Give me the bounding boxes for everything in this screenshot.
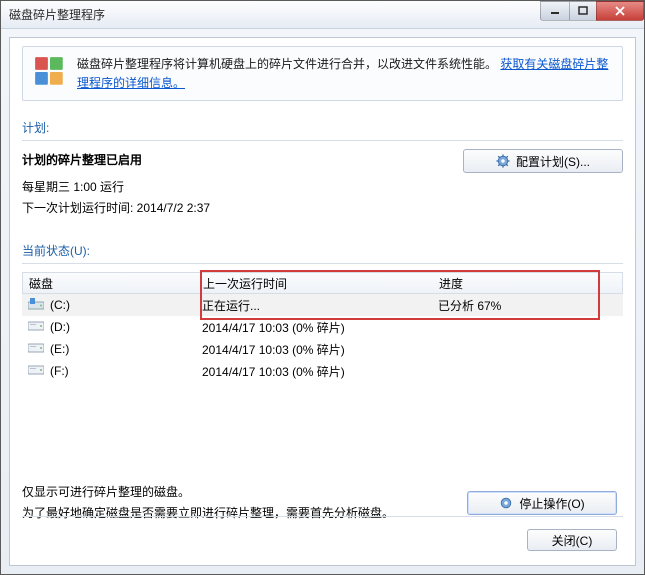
drive-label: (D:) [50, 320, 70, 334]
schedule-info: 计划的碎片整理已启用 每星期三 1:00 运行 下一次计划运行时间: 2014/… [22, 149, 463, 220]
schedule-line-1: 每星期三 1:00 运行 [22, 178, 463, 195]
disk-cell: (E:) [28, 342, 202, 357]
table-row[interactable]: (C:) 正在运行...已分析 67% [22, 294, 623, 316]
progress-cell: 已分析 67% [438, 297, 623, 314]
drive-icon [28, 364, 44, 379]
status-section-label: 当前状态(U): [22, 242, 623, 259]
titlebar: 磁盘碎片整理程序 [1, 1, 644, 29]
schedule-line-2: 下一次计划运行时间: 2014/7/2 2:37 [22, 199, 463, 216]
last-run-cell: 2014/4/17 10:03 (0% 碎片) [202, 319, 438, 336]
disk-cell: (C:) [28, 298, 202, 313]
client-area: 磁盘碎片整理程序将计算机硬盘上的碎片文件进行合并，以改进文件系统性能。 获取有关… [9, 37, 636, 566]
schedule-section-label: 计划: [22, 119, 623, 136]
banner-text: 磁盘碎片整理程序将计算机硬盘上的碎片文件进行合并，以改进文件系统性能。 获取有关… [77, 55, 612, 92]
drive-label: (C:) [50, 298, 70, 312]
drive-label: (F:) [50, 364, 69, 378]
divider [22, 263, 623, 264]
gear-icon [496, 154, 510, 168]
window-title: 磁盘碎片整理程序 [9, 6, 541, 23]
configure-schedule-button[interactable]: 配置计划(S)... [463, 149, 623, 173]
gear-icon [499, 496, 513, 510]
stop-button[interactable]: 停止操作(O) [467, 491, 617, 515]
col-header-progress[interactable]: 进度 [439, 275, 622, 292]
minimize-button[interactable] [540, 1, 570, 21]
window: 磁盘碎片整理程序 磁盘碎片整理程序将计算机硬盘上的碎片文件进行合并， [0, 0, 645, 575]
table-header: 磁盘 上一次运行时间 进度 [22, 272, 623, 294]
configure-schedule-label: 配置计划(S)... [516, 153, 590, 170]
col-header-disk[interactable]: 磁盘 [23, 275, 203, 292]
close-button[interactable] [596, 1, 644, 21]
divider [22, 140, 623, 141]
last-run-cell: 2014/4/17 10:03 (0% 碎片) [202, 341, 438, 358]
minimize-icon [550, 6, 560, 16]
close-button-label: 关闭(C) [552, 532, 593, 549]
window-buttons [541, 1, 644, 21]
stop-button-label: 停止操作(O) [519, 495, 584, 512]
drive-icon [28, 298, 44, 313]
schedule-block: 计划的碎片整理已启用 每星期三 1:00 运行 下一次计划运行时间: 2014/… [22, 149, 623, 220]
drive-icon [28, 342, 44, 357]
table-row[interactable]: (E:) 2014/4/17 10:03 (0% 碎片) [22, 338, 623, 360]
last-run-cell: 正在运行... [202, 297, 438, 314]
close-dialog-button[interactable]: 关闭(C) [527, 529, 617, 551]
drive-icon [28, 320, 44, 335]
col-header-last[interactable]: 上一次运行时间 [203, 275, 439, 292]
maximize-button[interactable] [569, 1, 597, 21]
table-row[interactable]: (F:) 2014/4/17 10:03 (0% 碎片) [22, 360, 623, 382]
disk-cell: (D:) [28, 320, 202, 335]
disk-table: 磁盘 上一次运行时间 进度 (C:) 正在运行...已分析 67% (D:) 2014… [22, 272, 623, 382]
footer-buttons: 停止操作(O) 关闭(C) [467, 491, 617, 551]
table-body: (C:) 正在运行...已分析 67% (D:) 2014/4/17 10:03 (0… [22, 294, 623, 382]
close-icon [614, 6, 626, 16]
drive-label: (E:) [50, 342, 69, 356]
last-run-cell: 2014/4/17 10:03 (0% 碎片) [202, 363, 438, 380]
maximize-icon [578, 6, 588, 16]
disk-cell: (F:) [28, 364, 202, 379]
defrag-icon [33, 55, 67, 89]
table-row[interactable]: (D:) 2014/4/17 10:03 (0% 碎片) [22, 316, 623, 338]
schedule-title: 计划的碎片整理已启用 [22, 151, 463, 168]
banner-prefix: 磁盘碎片整理程序将计算机硬盘上的碎片文件进行合并，以改进文件系统性能。 [77, 57, 497, 71]
info-banner: 磁盘碎片整理程序将计算机硬盘上的碎片文件进行合并，以改进文件系统性能。 获取有关… [22, 46, 623, 101]
